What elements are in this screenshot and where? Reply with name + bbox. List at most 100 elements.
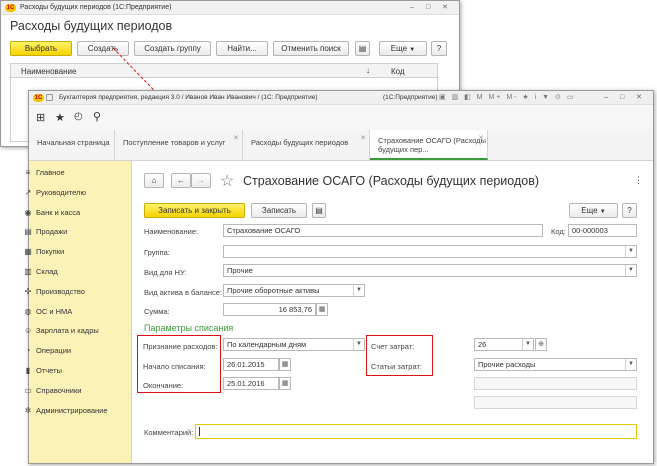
okonchanie-field[interactable]: 25.01.2016 [223,377,279,390]
more-button[interactable]: Еще ▼ [569,203,618,218]
forward-button[interactable]: → [191,173,211,188]
sidebar-item[interactable]: ✣ Производство [25,282,132,302]
sidebar-section-icon: ▤ [24,227,32,237]
calculator-icon[interactable]: ▦ [316,303,328,316]
vid-aktiva-label: Вид актива в балансе: [144,288,223,297]
sidebar-item[interactable]: ☺ Зарплата и кадры [24,321,132,341]
sidebar-item-label: Склад [36,267,58,276]
main-window-titlebar: 1С Бухгалтерия предприятия, редакция 3.0… [29,91,653,105]
sidebar-item-label: Операции [36,346,72,356]
code-field[interactable]: 00-000003 [568,224,637,237]
sidebar-section-icon: ◔ [25,346,31,356]
chevron-down-icon[interactable]: ▼ [625,359,636,370]
nachalo-field[interactable]: 26.01.2015 [223,358,279,371]
sidebar-item-label: ОС и НМА [36,306,73,316]
titlebar-tools-icon[interactable]: ▣ ▥ ◧ M M+ M- ★ i ▼ ⊙ ▭ [439,91,575,105]
sidebar-section-icon: ▭ [24,385,32,395]
tab-home[interactable]: Начальная страница [29,130,115,160]
sidebar-section-icon: ▦ [24,247,32,257]
sidebar-item-label: Зарплата и кадры [36,326,99,336]
main-window-title: Бухгалтерия предприятия, редакция 3.0 / … [59,94,318,101]
sidebar-item-label: Справочники [36,385,82,395]
sidebar-item-label: Банк и касса [36,207,81,217]
sidebar-item[interactable]: ◉ Банк и касса [25,203,132,223]
sidebar-item[interactable]: ✲ Администрирование [25,401,132,421]
sidebar-item[interactable]: ▥ Склад [24,262,132,282]
tab-osago-label: Страхование ОСАГО (Расходы будущих пер..… [378,136,486,154]
name-label: Наименование: [144,227,199,236]
save-and-close-button[interactable]: Записать и закрыть [144,203,245,218]
tab-home-label: Начальная страница [37,138,110,147]
tab-deferred-expenses[interactable]: Расходы будущих периодов ✕ [243,130,370,160]
priznanie-field[interactable]: По календарным дням ▼ [223,338,365,351]
sidebar-item[interactable]: ↗ Руководителю [25,183,132,203]
sidebar-item[interactable]: ▮ Отчеты [26,361,132,381]
main-app-logo-icon: 1С [33,94,44,102]
summa-label: Сумма: [144,307,170,316]
sidebar-section-icon: ≡ [25,168,31,177]
stati-value: Прочие расходы [478,360,536,369]
sidebar-section-icon: ◍ [24,306,32,316]
titlebar-home-icon[interactable] [46,94,53,101]
save-button[interactable]: Записать [251,203,307,218]
history-icon[interactable]: ◴ [74,111,83,122]
help-button[interactable]: ? [622,203,637,218]
close-icon[interactable]: ✕ [360,134,366,143]
chevron-down-icon[interactable]: ▼ [353,339,364,350]
tab-deferred-expenses-label: Расходы будущих периодов [251,138,349,147]
calendar-icon[interactable]: ▦ [279,358,291,371]
sidebar-item[interactable]: ▤ Продажи [24,222,132,242]
subconto-3-field [474,396,637,409]
sidebar-item[interactable]: ▭ Справочники [24,381,132,401]
sidebar-item[interactable]: ◔ Операции [26,341,132,361]
vid-nu-value: Прочие [227,266,253,275]
sidebar-section-icon: ↗ [24,187,32,197]
text-cursor [199,427,200,436]
home-button[interactable]: ⌂ [144,173,164,188]
chevron-down-icon[interactable]: ▼ [353,285,364,296]
search-icon[interactable]: ⚲ [93,110,101,123]
back-button[interactable]: ← [171,173,191,188]
tab-osago[interactable]: Страхование ОСАГО (Расходы будущих пер..… [370,130,488,160]
chevron-down-icon[interactable]: ▼ [625,265,636,276]
priznanie-value: По календарным дням [227,340,307,349]
close-icon[interactable]: ✕ [233,134,239,143]
schet-field[interactable]: 26 ▼ [474,338,534,351]
sidebar-item[interactable]: ≡ Главное [26,163,132,183]
print-icon[interactable]: ▤ [312,203,326,218]
stati-field[interactable]: Прочие расходы ▼ [474,358,637,371]
favorite-star-icon[interactable]: ☆ [220,171,234,191]
favorites-star-icon[interactable]: ★ [55,111,65,124]
vid-nu-label: Вид для НУ: [144,268,187,277]
arrow-right-icon: → [197,176,205,185]
sidebar-section-icon: ▮ [25,366,31,375]
sidebar-section-icon: ✲ [24,405,32,415]
comment-label: Комментарий: [144,428,194,437]
group-label: Группа: [144,248,170,257]
close-icon[interactable]: ✕ [478,134,484,143]
home-icon: ⌂ [151,176,157,185]
form-title: Страхование ОСАГО (Расходы будущих перио… [243,174,540,188]
vid-aktiva-field[interactable]: Прочие оборотные активы ▼ [223,284,365,297]
open-link-icon[interactable]: ⊕ [535,338,547,351]
tab-goods-receipt[interactable]: Поступление товаров и услуг ✕ [115,130,243,160]
sidebar-item-label: Руководителю [36,187,87,197]
vid-aktiva-value: Прочие оборотные активы [227,286,320,295]
sidebar-item[interactable]: ◍ ОС и НМА [25,302,132,322]
calendar-icon[interactable]: ▦ [279,377,291,390]
summa-field[interactable]: 16 853,76 [223,303,316,316]
form-menu-icon[interactable]: ⋮ [634,175,643,186]
main-window-controls-icon[interactable]: – □ ✕ [604,91,647,105]
chevron-down-icon[interactable]: ▼ [625,246,636,257]
apps-grid-icon[interactable]: ⊞ [36,111,45,124]
vid-nu-field[interactable]: Прочие ▼ [223,264,637,277]
section-title: Параметры списания [144,323,234,333]
chevron-down-icon[interactable]: ▼ [522,339,533,350]
group-field[interactable]: ▼ [223,245,637,258]
sidebar-item-label: Продажи [36,227,68,237]
sidebar-item[interactable]: ▦ Покупки [24,242,132,262]
subconto-2-field [474,377,637,390]
tab-goods-receipt-label: Поступление товаров и услуг [123,138,226,147]
comment-field[interactable] [195,424,637,439]
name-field[interactable]: Страхование ОСАГО [223,224,543,237]
